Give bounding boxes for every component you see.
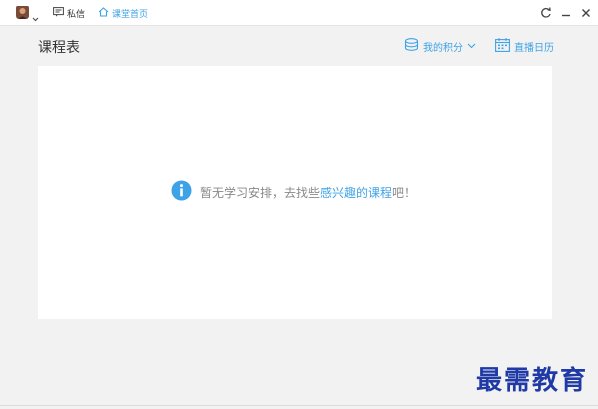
watermark-logo: 最需教育 bbox=[476, 366, 589, 396]
user-avatar[interactable] bbox=[16, 5, 29, 19]
chevron-down-icon bbox=[467, 41, 480, 52]
page-title: 课程表 bbox=[38, 40, 80, 56]
empty-state-message: 暂无学习安排，去找些 感兴趣的课程 吧！ bbox=[171, 180, 417, 204]
classroom-home-link[interactable]: 课堂首页 bbox=[98, 5, 148, 21]
top-bar: 私信 课堂首页 bbox=[0, 0, 598, 26]
bottom-divider bbox=[0, 405, 598, 406]
empty-state-suffix: 吧！ bbox=[392, 185, 417, 200]
message-label: 私信 bbox=[67, 9, 86, 20]
info-icon bbox=[171, 180, 192, 204]
minimize-icon[interactable] bbox=[559, 5, 573, 19]
close-icon[interactable] bbox=[579, 5, 593, 19]
empty-state-text: 暂无学习安排，去找些 bbox=[200, 185, 321, 200]
message-icon bbox=[53, 6, 67, 20]
home-icon bbox=[98, 6, 112, 20]
my-points-label: 我的积分 bbox=[423, 42, 463, 54]
message-button[interactable]: 私信 bbox=[53, 5, 85, 21]
home-label: 课堂首页 bbox=[112, 9, 149, 20]
live-calendar-button[interactable]: 直播日历 bbox=[495, 37, 554, 55]
schedule-panel: 暂无学习安排，去找些 感兴趣的课程 吧！ bbox=[38, 66, 552, 319]
calendar-icon bbox=[495, 37, 514, 55]
refresh-icon[interactable] bbox=[539, 5, 553, 19]
live-calendar-label: 直播日历 bbox=[514, 42, 554, 54]
my-points-dropdown[interactable]: 我的积分 bbox=[404, 37, 480, 55]
chevron-down-icon[interactable] bbox=[32, 8, 39, 22]
interesting-courses-link[interactable]: 感兴趣的课程 bbox=[320, 184, 392, 201]
coins-icon bbox=[404, 38, 423, 54]
